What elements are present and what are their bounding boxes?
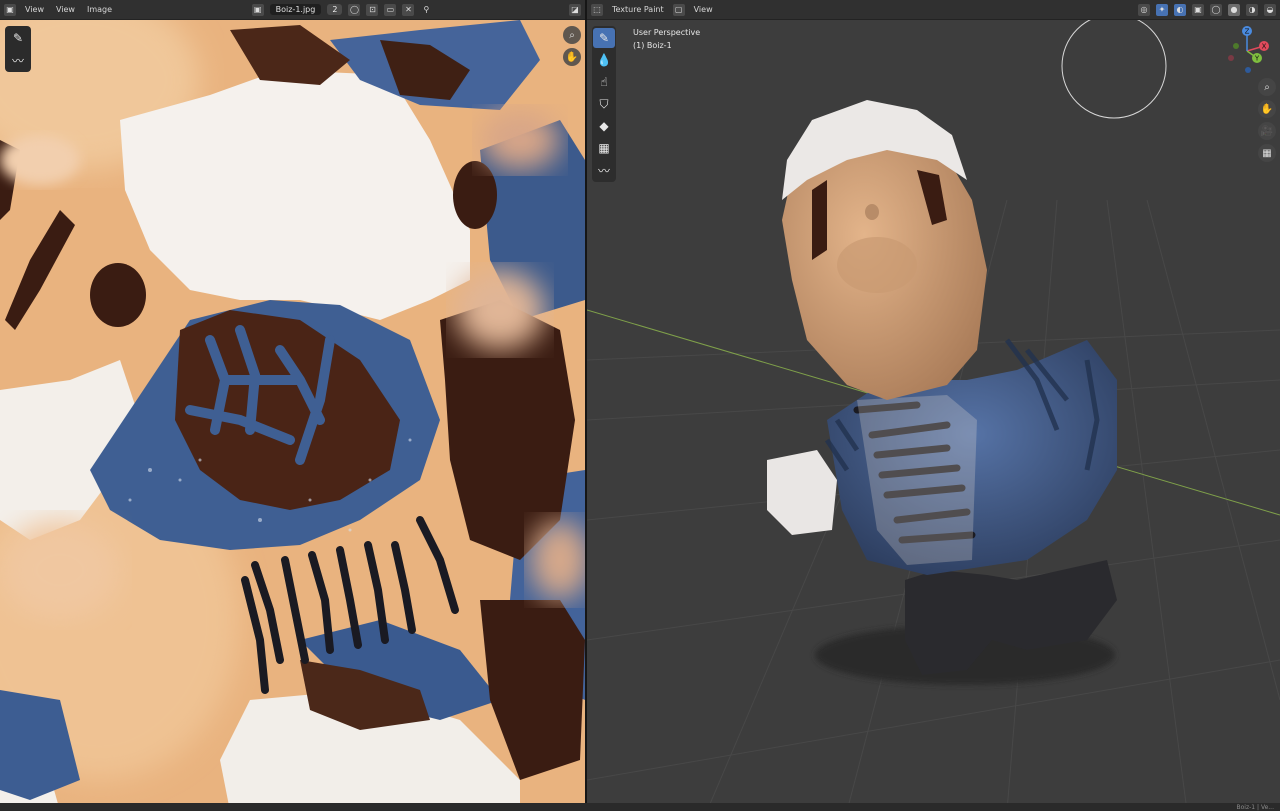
pin-icon[interactable]: ⚲ [420, 4, 432, 16]
shading-material-icon[interactable]: ◑ [1246, 3, 1258, 16]
open-image-icon[interactable]: ▭ [384, 3, 397, 16]
viewport-nav-gizmos: ⌕ ✋ 🎥 ▦ [1258, 78, 1276, 162]
paint-mask-icon[interactable]: ▢ [672, 3, 685, 16]
menu-view-2[interactable]: View [53, 3, 78, 16]
shading-solid-icon[interactable]: ● [1228, 3, 1240, 16]
image-browse-icon[interactable]: ▣ [251, 3, 264, 16]
view-object-types-icon[interactable]: ◎ [1138, 3, 1150, 16]
draw-icon[interactable]: ✎ [593, 28, 615, 48]
fill-icon[interactable]: ◆ [593, 116, 615, 136]
soften-icon[interactable]: 💧 [593, 50, 615, 70]
smear-icon[interactable]: ☝ [593, 72, 615, 92]
unlink-icon[interactable]: ✕ [402, 3, 415, 16]
image-name-field[interactable]: Boiz-1.jpg [269, 4, 322, 15]
3d-viewport: ⬚ Texture Paint ▢ View ◎ ✦ ◐ ▣ ◯ ● ◑ ◒ ✎… [587, 0, 1280, 811]
hand-icon[interactable]: ✋ [563, 48, 581, 66]
status-bar: Boiz-1 | Ve... [0, 803, 1280, 811]
shading-wireframe-icon[interactable]: ◯ [1210, 3, 1222, 16]
clone-icon[interactable]: ⛉ [593, 94, 615, 114]
gizmo-z-label: Z [1245, 28, 1250, 36]
status-info: Boiz-1 | Ve... [1236, 803, 1274, 811]
display-channels-icon[interactable]: ◪ [569, 3, 582, 16]
image-toolbar: ✎ 〰 [5, 26, 31, 72]
fake-user-icon[interactable]: ◯ [348, 3, 361, 16]
hand-icon[interactable]: ✋ [1258, 100, 1276, 118]
viewport-header: ⬚ Texture Paint ▢ View ◎ ✦ ◐ ▣ ◯ ● ◑ ◒ [587, 0, 1280, 20]
object-label: (1) Boiz-1 [633, 41, 672, 50]
mask-icon[interactable]: ▦ [593, 138, 615, 158]
perspective-label: User Perspective [633, 28, 701, 37]
zoom-icon[interactable]: ⌕ [563, 26, 581, 44]
editor-type-icon[interactable]: ▣ [4, 3, 16, 16]
eyedropper-icon[interactable]: ✎ [7, 28, 29, 48]
menu-view[interactable]: View [691, 3, 716, 16]
zoom-icon[interactable]: ⌕ [1258, 78, 1276, 96]
annotate-icon[interactable]: 〰 [7, 50, 29, 70]
axis-gizmo[interactable]: X Y Z [1222, 26, 1272, 76]
gizmo-toggle-icon[interactable]: ✦ [1156, 3, 1168, 16]
texture-image [0, 0, 585, 811]
editor-type-icon[interactable]: ⬚ [591, 3, 603, 16]
overlay-toggle-icon[interactable]: ◐ [1174, 3, 1186, 16]
grid-icon[interactable]: ▦ [1258, 144, 1276, 162]
viewport-scene [587, 13, 1280, 811]
image-editor-header: ▣ View View Image ▣ Boiz-1.jpg 2 ◯ ⊡ ▭ ✕… [0, 0, 585, 20]
xray-icon[interactable]: ▣ [1192, 3, 1204, 16]
mode-selector[interactable]: Texture Paint [609, 3, 667, 16]
camera-icon[interactable]: 🎥 [1258, 122, 1276, 140]
gizmo-x-label: X [1262, 43, 1267, 51]
image-nav-gizmos: ⌕ ✋ [563, 26, 581, 66]
user-count-field[interactable]: 2 [327, 4, 343, 15]
shading-rendered-icon[interactable]: ◒ [1264, 3, 1276, 16]
menu-view-1[interactable]: View [22, 3, 47, 16]
paint-toolbar: ✎ 💧 ☝ ⛉ ◆ ▦ 〰 [592, 26, 616, 182]
gizmo-y-label: Y [1254, 55, 1260, 63]
new-image-icon[interactable]: ⊡ [366, 3, 379, 16]
menu-image[interactable]: Image [84, 3, 115, 16]
viewport-info: User Perspective (1) Boiz-1 [633, 26, 700, 52]
image-editor: ▣ View View Image ▣ Boiz-1.jpg 2 ◯ ⊡ ▭ ✕… [0, 0, 585, 811]
annotate-icon[interactable]: 〰 [593, 160, 615, 180]
